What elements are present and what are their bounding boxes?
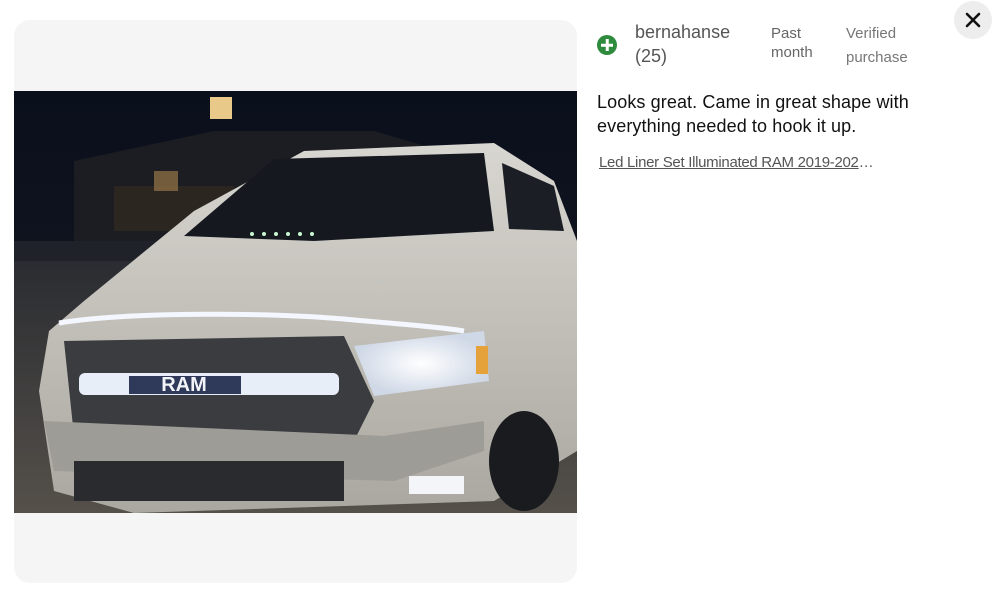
- close-icon: [965, 12, 981, 28]
- reviewer-review-count: (25): [635, 46, 668, 66]
- reviewer-username: bernahanse: [635, 22, 731, 42]
- review-meta: bernahanse (25) Past month Verified purc…: [597, 20, 967, 80]
- review-photo-image: RAM: [14, 91, 577, 513]
- review-photo[interactable]: RAM: [14, 91, 577, 513]
- review-details: bernahanse (25) Past month Verified purc…: [597, 20, 967, 173]
- review-date: Past month: [771, 25, 813, 61]
- media-panel: RAM: [14, 20, 577, 583]
- review-text: Looks great. Came in great shape with ev…: [597, 92, 909, 136]
- user-avatar-icon: [597, 35, 617, 55]
- verified-purchase-badge: Verified purchase: [846, 25, 908, 66]
- grille-badge: RAM: [161, 374, 207, 396]
- product-link[interactable]: Led Liner Set Illuminated RAM 2019-2024 …: [599, 153, 875, 173]
- reviewer-name[interactable]: bernahanse (25): [635, 20, 745, 68]
- close-button[interactable]: [954, 1, 992, 39]
- review-media-modal: RAM bernahanse (25) Past month Verified …: [0, 0, 1000, 614]
